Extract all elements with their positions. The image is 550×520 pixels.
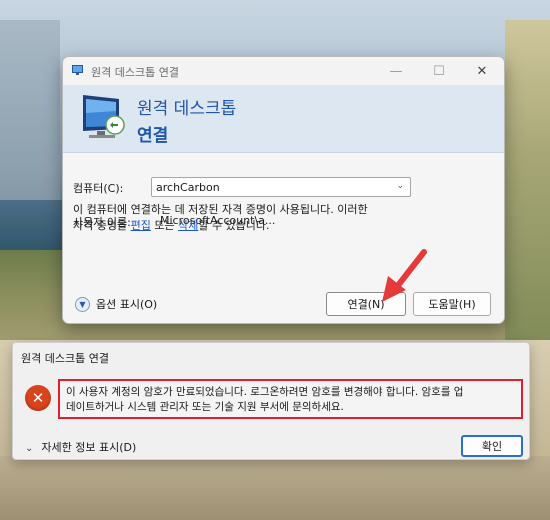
remote-desktop-icon [72, 65, 83, 75]
header-banner: 원격 데스크톱 연결 [63, 85, 504, 153]
remote-desktop-monitor-icon [83, 95, 125, 138]
computer-value[interactable]: archCarbon [156, 181, 220, 194]
chevron-down-icon[interactable]: ⌄ [396, 181, 404, 191]
ok-button[interactable]: 확인 [461, 435, 523, 457]
credentials-info-text: 또는 [150, 219, 179, 232]
minimize-button[interactable]: — [375, 57, 417, 85]
error-x-icon: ✕ [25, 385, 51, 411]
show-options-label[interactable]: 옵션 표시(O) [96, 296, 157, 312]
credentials-info-text: 자격 증명을 [73, 219, 131, 232]
chevron-down-circle-icon[interactable]: ▼ [75, 296, 90, 312]
error-message-highlight: 이 사용자 계정의 암호가 만료되었습니다. 로그온하려면 암호를 변경해야 합… [58, 379, 523, 419]
banner-title-line2: 연결 [137, 126, 169, 146]
annotation-arrow-icon [382, 249, 427, 302]
edit-credentials-link[interactable]: 편집 [131, 219, 151, 232]
show-options-toggle[interactable]: ▼ 옵션 표시(O) [75, 296, 157, 312]
error-dialog-footer: ⌄ 자세한 정보 표시(D) 확인 [13, 427, 529, 459]
error-message-line1: 이 사용자 계정의 암호가 만료되었습니다. 로그온하려면 암호를 변경해야 합… [66, 386, 464, 398]
title-bar[interactable]: 원격 데스크톱 연결 — ☐ ✕ [63, 57, 504, 85]
credentials-info-line1: 이 컴퓨터에 연결하는 데 저장된 자격 증명이 사용됩니다. 이러한 [73, 203, 368, 216]
background-right-grass [505, 20, 550, 350]
close-button[interactable]: ✕ [461, 57, 503, 85]
background-foreground [0, 456, 550, 520]
show-details-label[interactable]: 자세한 정보 표시(D) [41, 441, 136, 454]
delete-credentials-link[interactable]: 삭제 [178, 219, 198, 232]
computer-combobox[interactable]: archCarbon ⌄ [151, 177, 411, 197]
remote-desktop-window: 원격 데스크톱 연결 — ☐ ✕ 원격 데스크톱 연결 컴퓨터(C): arch… [62, 56, 505, 324]
credentials-info-text: 할 수 있습니다. [198, 219, 270, 232]
banner-title-line1: 원격 데스크톱 [137, 99, 237, 119]
maximize-button[interactable]: ☐ [418, 57, 460, 85]
error-message-line2: 데이트하거나 시스템 관리자 또는 기술 지원 부서에 문의하세요. [66, 401, 344, 413]
credentials-info-line2: 자격 증명을 편집 또는 삭제할 수 있습니다. [73, 217, 270, 233]
error-dialog-title: 원격 데스크톱 연결 [21, 352, 109, 365]
window-title: 원격 데스크톱 연결 [91, 66, 179, 79]
error-dialog: 원격 데스크톱 연결 ✕ 이 사용자 계정의 암호가 만료되었습니다. 로그온하… [12, 342, 530, 460]
show-details-toggle[interactable]: ⌄ 자세한 정보 표시(D) [25, 439, 136, 455]
computer-label: 컴퓨터(C): [73, 182, 124, 195]
chevron-down-icon[interactable]: ⌄ [25, 443, 33, 454]
